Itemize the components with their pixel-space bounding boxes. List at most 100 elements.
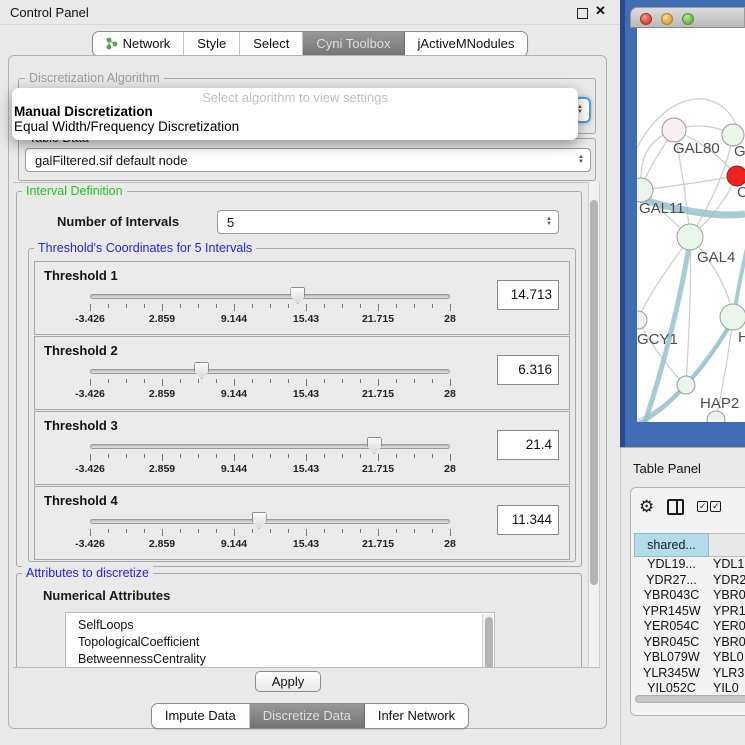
table-cell[interactable]: YBR043C: [634, 588, 709, 604]
table-row[interactable]: YPR145WYPR1: [634, 604, 745, 620]
horizontal-scrollbar[interactable]: [635, 695, 745, 703]
table-row[interactable]: YIL052CYIL0: [634, 681, 745, 693]
table-cell[interactable]: YER0: [709, 619, 745, 635]
table-cell[interactable]: YIL052C: [634, 681, 709, 693]
network-node-c[interactable]: [727, 166, 745, 186]
table-cell[interactable]: YLR3: [709, 666, 745, 682]
table-cell[interactable]: YDR27...: [634, 573, 709, 589]
threshold-slider[interactable]: -3.4262.8599.14415.4321.71528: [90, 511, 450, 557]
table-toolbar: ⚙ ✓ ✓: [639, 498, 721, 515]
table-cell[interactable]: YBL079W: [634, 650, 709, 666]
network-node-h[interactable]: [720, 304, 745, 330]
threshold-value-field[interactable]: 21.4: [497, 430, 559, 460]
split-column-icon[interactable]: [667, 499, 684, 515]
table-row[interactable]: YLR345WYLR3: [634, 666, 745, 682]
attribute-list-item[interactable]: SelfLoops: [78, 617, 494, 634]
column-header[interactable]: shared...: [634, 533, 709, 557]
table-cell[interactable]: YDL19...: [634, 557, 709, 573]
table-row[interactable]: YER054CYER0: [634, 619, 745, 635]
table-cell[interactable]: YIL0: [709, 681, 745, 693]
zoom-traffic-light-icon[interactable]: [682, 13, 694, 25]
network-node-gcy1[interactable]: [637, 311, 647, 329]
slider-track[interactable]: [90, 369, 450, 374]
table-cell[interactable]: YLR345W: [634, 666, 709, 682]
threshold-value-field[interactable]: 14.713: [497, 280, 559, 310]
dropdown-option[interactable]: Equal Width/Frequency Discretization: [14, 119, 239, 134]
network-node-gal4[interactable]: [677, 224, 703, 250]
table-cell[interactable]: YPR145W: [634, 604, 709, 620]
dropdown-option[interactable]: Manual Discretization: [14, 104, 153, 119]
node-label: GAL11: [639, 200, 685, 217]
threshold-panel: Threshold 1-3.4262.8599.14415.4321.71528…: [34, 261, 570, 335]
tab-label: Infer Network: [378, 708, 455, 723]
table-cell[interactable]: YBL0: [709, 650, 745, 666]
network-node-hap2[interactable]: [677, 376, 695, 394]
slider-thumb[interactable]: [290, 287, 305, 304]
table-row[interactable]: YBR045CYBR0: [634, 635, 745, 651]
table-cell[interactable]: YBR0: [709, 635, 745, 651]
tab-network[interactable]: Network: [93, 32, 185, 56]
network-edge[interactable]: [641, 176, 737, 190]
minimize-traffic-light-icon[interactable]: [661, 13, 673, 25]
network-node-gal11[interactable]: [637, 178, 653, 202]
column-header[interactable]: n: [709, 533, 745, 557]
table-row[interactable]: YBL079WYBL0: [634, 650, 745, 666]
float-window-icon[interactable]: [577, 8, 588, 19]
threshold-value-field[interactable]: 11.344: [497, 505, 559, 535]
list-scrollbar[interactable]: [482, 614, 493, 668]
table-row[interactable]: YDR27...YDR2: [634, 573, 745, 589]
table-cell[interactable]: YBR045C: [634, 635, 709, 651]
tab-jactivemnodules[interactable]: jActiveMNodules: [405, 32, 528, 56]
slider-thumb[interactable]: [252, 512, 267, 529]
table-cell[interactable]: YDL1: [709, 557, 745, 573]
tab-select[interactable]: Select: [240, 32, 303, 56]
tick-label: -3.426: [75, 538, 105, 550]
table-cell[interactable]: YER054C: [634, 619, 709, 635]
top-tab-bar: Network Style SelectCyni ToolboxjActiveMNo…: [0, 31, 620, 57]
tick-label: 21.715: [362, 538, 394, 550]
slider-ticks: [90, 304, 450, 312]
slider-track[interactable]: [90, 519, 450, 524]
table-panel-box: ⚙ ✓ ✓ shared...nYDL19...YDL1YDR27...YDR2…: [630, 487, 745, 716]
threshold-slider[interactable]: -3.4262.8599.14415.4321.71528: [90, 286, 450, 332]
table-row[interactable]: YBR043CYBR0: [634, 588, 745, 604]
number-of-intervals-combobox[interactable]: 5 ▲▼: [217, 210, 559, 234]
network-window-titlebar[interactable]: [630, 7, 745, 28]
tab-impute-data[interactable]: Impute Data: [152, 704, 250, 728]
close-icon[interactable]: ✕: [595, 3, 606, 19]
tick-label: 21.715: [362, 463, 394, 475]
slider-track[interactable]: [90, 294, 450, 299]
close-traffic-light-icon[interactable]: [640, 13, 652, 25]
table-row[interactable]: YDL19...YDL1: [634, 557, 745, 573]
vertical-scrollbar[interactable]: [588, 182, 600, 668]
tab-style[interactable]: Style: [184, 32, 240, 56]
network-canvas[interactable]: GAL80GALCGAL11GAL4GCY1HHAP2: [637, 28, 745, 422]
table-cell[interactable]: YDR2: [709, 573, 745, 589]
table-data-combobox[interactable]: galFiltered.sif default node ▲▼: [25, 148, 591, 172]
divider: [13, 667, 600, 668]
table-cell[interactable]: YBR0: [709, 588, 745, 604]
table-cell[interactable]: YPR1: [709, 604, 745, 620]
apply-button[interactable]: Apply: [255, 671, 321, 692]
numerical-attributes-list[interactable]: SelfLoopsTopologicalCoefficientBetweenne…: [65, 612, 495, 668]
scrollbar-thumb[interactable]: [590, 200, 598, 585]
network-node[interactable]: [707, 411, 725, 422]
tab-cyni-toolbox[interactable]: Cyni Toolbox: [303, 32, 404, 56]
threshold-slider[interactable]: -3.4262.8599.14415.4321.71528: [90, 361, 450, 407]
network-edge-thick[interactable]: [734, 240, 745, 314]
threshold-slider[interactable]: -3.4262.8599.14415.4321.71528: [90, 436, 450, 482]
attribute-list-item[interactable]: TopologicalCoefficient: [78, 634, 494, 651]
slider-thumb[interactable]: [367, 437, 382, 454]
checkbox-checked-icon[interactable]: ✓: [710, 501, 721, 512]
tab-infer-network[interactable]: Infer Network: [365, 704, 468, 728]
gear-icon[interactable]: ⚙: [639, 498, 654, 515]
slider-track[interactable]: [90, 444, 450, 449]
slider-thumb[interactable]: [194, 362, 209, 379]
network-node-gal80[interactable]: [662, 118, 686, 142]
tab-label: Style: [197, 36, 226, 51]
threshold-value-field[interactable]: 6.316: [497, 355, 559, 385]
attribute-list-item[interactable]: BetweennessCentrality: [78, 651, 494, 668]
tab-discretize-data[interactable]: Discretize Data: [250, 704, 365, 728]
checkbox-checked-icon[interactable]: ✓: [697, 501, 708, 512]
tick-label: 2.859: [149, 388, 175, 400]
